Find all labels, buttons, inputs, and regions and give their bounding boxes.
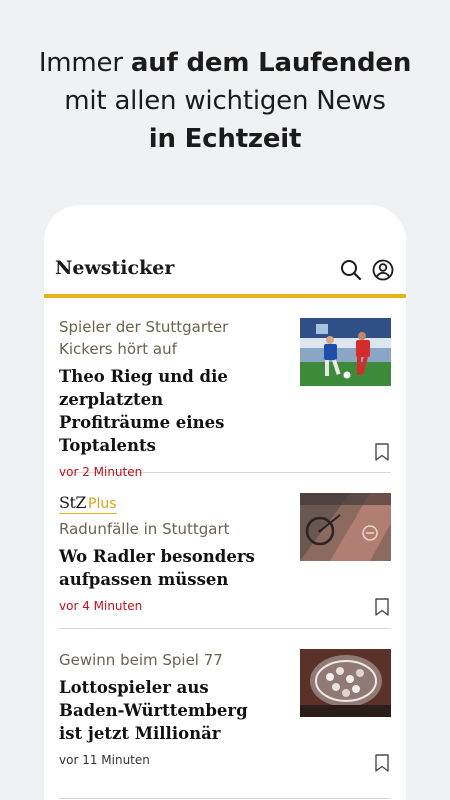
- bike-lane-photo: [300, 493, 391, 561]
- article-card[interactable]: Gewinn beim Spiel 77 Lottospieler aus Ba…: [59, 629, 391, 794]
- list-divider: [59, 798, 391, 799]
- search-icon[interactable]: [339, 258, 363, 282]
- article-kicker: Spieler der Stuttgarter Kickers hört auf: [59, 318, 229, 358]
- football-players-photo: [300, 318, 391, 386]
- article-card[interactable]: StZ Plus Radunfälle in Stuttgart Wo Radle…: [59, 473, 391, 629]
- app-title: Newsticker: [55, 257, 175, 279]
- app-bar: Newsticker: [44, 205, 406, 298]
- lottery-balls-photo: [300, 649, 391, 717]
- user-account-icon[interactable]: [371, 258, 395, 282]
- app-bar-actions: [339, 258, 395, 282]
- promo-line-2: mit allen wichtigen News: [64, 86, 386, 116]
- article-text: StZ Plus Radunfälle in Stuttgart Wo Radle…: [59, 473, 269, 613]
- article-headline: Theo Rieg und die zerplatzten Profiträum…: [59, 367, 228, 455]
- stz-badge-label: StZ: [59, 493, 87, 512]
- promo-headline: Immer auf dem Laufenden mit allen wichti…: [0, 44, 450, 158]
- article-kicker: Gewinn beim Spiel 77: [59, 651, 223, 669]
- article-text: Spieler der Stuttgarter Kickers hört auf…: [59, 302, 269, 479]
- article-kicker: Radunfälle in Stuttgart: [59, 520, 230, 538]
- promo-line-3-bold: in Echtzeit: [148, 124, 302, 154]
- plus-badge-label: Plus: [88, 496, 117, 512]
- bookmark-icon[interactable]: [373, 442, 391, 462]
- article-card[interactable]: Spieler der Stuttgarter Kickers hört auf…: [59, 302, 391, 479]
- promo-line-1-prefix: Immer: [38, 48, 131, 78]
- article-headline: Lottospieler aus Baden-Württemberg ist j…: [59, 678, 248, 743]
- promo-line-3: in Echtzeit: [0, 120, 450, 158]
- promo-line-1: Immer auf dem Laufenden: [0, 44, 450, 82]
- stz-plus-badge: StZ Plus: [59, 493, 117, 514]
- bookmark-icon[interactable]: [373, 597, 391, 617]
- news-feed: Spieler der Stuttgarter Kickers hört auf…: [59, 302, 391, 794]
- article-time: vor 11 Minuten: [59, 753, 150, 767]
- bookmark-icon[interactable]: [373, 753, 391, 773]
- article-time: vor 4 Minuten: [59, 599, 143, 613]
- article-headline: Wo Radler besonders aufpassen müssen: [59, 547, 255, 589]
- promo-line-1-bold: auf dem Laufenden: [130, 48, 412, 78]
- phone-frame: Newsticker Spieler der Stuttgarter Kicke…: [44, 205, 406, 800]
- article-text: Gewinn beim Spiel 77 Lottospieler aus Ba…: [59, 629, 269, 767]
